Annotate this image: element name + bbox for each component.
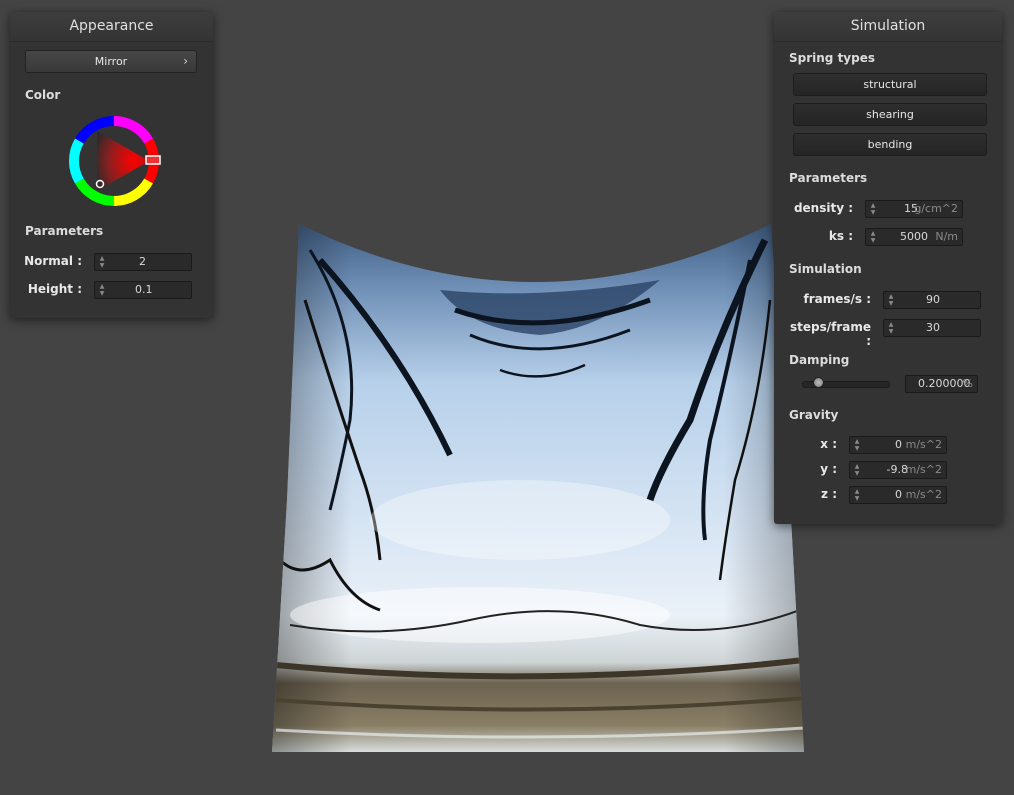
gravity-x-unit: m/s^2 [905,438,942,451]
color-group-label: Color [25,88,61,102]
gravity-z-label: z : [821,487,837,501]
color-wheel[interactable] [67,114,161,208]
spring-types-label: Spring types [789,51,876,65]
spinner-arrows-icon[interactable]: ▲ ▼ [869,230,877,244]
gravity-y-field[interactable]: ▲ ▼ -9.8 m/s^2 [849,461,947,479]
gravity-z-value: 0 [895,488,902,501]
damping-field[interactable]: 0.200000 % [905,375,978,393]
shader-popup-label: Mirror [94,55,128,68]
ks-label: ks : [828,229,853,243]
appearance-panel: Appearance Mirror › Color Parameters Nor… [10,12,213,318]
density-unit: g/cm^2 [914,202,958,215]
normal-field[interactable]: ▲ ▼ 2 [94,253,192,271]
chevron-right-icon: › [183,54,188,68]
bending-button[interactable]: bending [793,133,987,156]
simulation-group-label: Simulation [789,262,862,276]
steps-per-frame-value: 30 [926,321,940,334]
sim-parameters-label: Parameters [789,171,868,185]
structural-button[interactable]: structural [793,73,987,96]
gravity-y-label: y : [820,462,837,476]
height-label: Height : [27,282,82,296]
damping-label: Damping [789,353,850,367]
steps-per-frame-field[interactable]: ▲ ▼ 30 [883,319,981,337]
steps-per-frame-label: steps/frame : [789,320,871,348]
normal-label: Normal : [24,254,82,268]
shader-popup-button[interactable]: Mirror › [25,50,197,73]
frames-per-second-value: 90 [926,293,940,306]
gravity-z-unit: m/s^2 [905,488,942,501]
spinner-arrows-icon[interactable]: ▲ ▼ [98,255,106,269]
gravity-x-field[interactable]: ▲ ▼ 0 m/s^2 [849,436,947,454]
ks-field[interactable]: ▲ ▼ 5000 N/m [865,228,963,246]
ks-unit: N/m [935,230,958,243]
saturation-triangle[interactable] [97,131,149,191]
density-label: density : [793,201,853,215]
simulation-panel-title[interactable]: Simulation [774,12,1002,42]
spinner-arrows-icon[interactable]: ▲ ▼ [98,283,106,297]
density-field[interactable]: ▲ ▼ 15 g/cm^2 [865,200,963,218]
spinner-arrows-icon[interactable]: ▲ ▼ [853,488,861,502]
frames-per-second-label: frames/s : [803,292,871,306]
appearance-parameters-label: Parameters [25,224,104,238]
frames-per-second-field[interactable]: ▲ ▼ 90 [883,291,981,309]
gravity-z-field[interactable]: ▲ ▼ 0 m/s^2 [849,486,947,504]
spinner-arrows-icon[interactable]: ▲ ▼ [853,438,861,452]
gravity-x-value: 0 [895,438,902,451]
ks-value: 5000 [900,230,928,243]
gravity-y-unit: m/s^2 [905,463,942,476]
gravity-label: Gravity [789,408,839,422]
spinner-arrows-icon[interactable]: ▲ ▼ [853,463,861,477]
simulation-panel: Simulation Spring types structural shear… [774,12,1002,524]
spinner-arrows-icon[interactable]: ▲ ▼ [887,321,895,335]
cloth-mesh [272,224,804,752]
damping-slider-knob[interactable] [813,377,824,388]
normal-value: 2 [139,255,146,268]
hue-selector-marker[interactable] [145,155,161,165]
height-field[interactable]: ▲ ▼ 0.1 [94,281,192,299]
height-value: 0.1 [135,283,153,296]
shearing-button[interactable]: shearing [793,103,987,126]
spinner-arrows-icon[interactable]: ▲ ▼ [869,202,877,216]
damping-unit: % [962,377,973,390]
appearance-panel-title[interactable]: Appearance [10,12,213,42]
spinner-arrows-icon[interactable]: ▲ ▼ [887,293,895,307]
gravity-x-label: x : [820,437,837,451]
